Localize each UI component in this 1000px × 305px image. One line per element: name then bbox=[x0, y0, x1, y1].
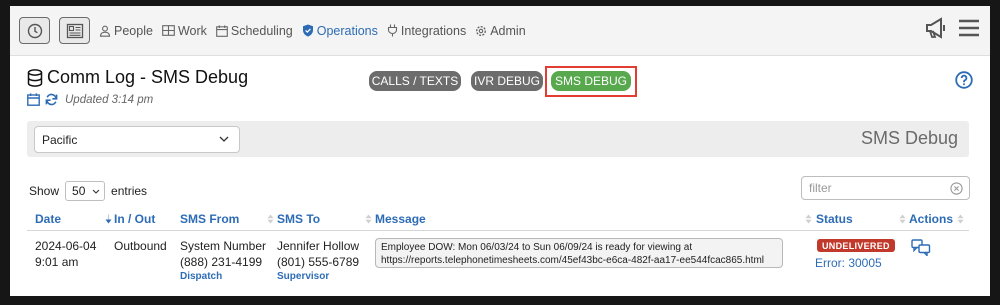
calendar-icon bbox=[216, 24, 228, 37]
row-to-phone: (801) 555-6789 bbox=[277, 255, 360, 269]
row-to-name: Jennifer Hollow bbox=[277, 239, 360, 253]
sort-icon[interactable] bbox=[899, 214, 906, 224]
sort-icon[interactable] bbox=[365, 214, 372, 224]
conversation-icon[interactable] bbox=[911, 239, 931, 256]
row-date: 2024-06-04 bbox=[35, 239, 97, 253]
app-window: People Work Scheduling Operations Integr… bbox=[10, 6, 990, 296]
highlight-box bbox=[545, 66, 637, 97]
row-from-name: System Number bbox=[180, 239, 267, 253]
status-badge: UNDELIVERED bbox=[817, 239, 895, 252]
nav-integrations-label: Integrations bbox=[400, 23, 467, 38]
panel-title: SMS Debug bbox=[860, 128, 958, 148]
page-header: Comm Log - SMS Debug Updated 3:14 pm CAL… bbox=[10, 56, 990, 118]
entries-select[interactable]: 50 bbox=[65, 181, 106, 201]
filter-input[interactable]: filter bbox=[801, 176, 970, 200]
row-to-cell: Jennifer Hollow (801) 555-6789 Superviso… bbox=[277, 238, 359, 284]
sort-desc-icon[interactable] bbox=[105, 214, 112, 224]
filter-panel: Pacific SMS Debug bbox=[27, 121, 969, 157]
nav-admin-label: Admin bbox=[490, 23, 526, 38]
person-icon bbox=[99, 25, 111, 37]
timezone-select[interactable]: Pacific bbox=[34, 126, 240, 153]
updated-text: Updated 3:14 pm bbox=[65, 93, 154, 106]
col-sms-from[interactable]: SMS From bbox=[180, 212, 239, 226]
entries-control: Show 50 entries bbox=[29, 181, 147, 201]
row-time: 9:01 am bbox=[35, 255, 79, 269]
page-title-text: Comm Log - SMS Debug bbox=[47, 67, 249, 87]
col-date[interactable]: Date bbox=[35, 212, 61, 226]
row-from-role[interactable]: Dispatch bbox=[180, 270, 266, 284]
ivr-debug-button[interactable]: IVR DEBUG bbox=[471, 71, 543, 91]
row-date-cell: 2024-06-04 9:01 am bbox=[35, 238, 96, 270]
sort-icon[interactable] bbox=[957, 214, 964, 224]
chevron-down-icon bbox=[219, 136, 229, 142]
clear-icon[interactable] bbox=[950, 182, 963, 195]
nav-people[interactable]: People bbox=[99, 24, 153, 38]
nav-operations[interactable]: Operations bbox=[302, 24, 378, 38]
row-direction: Outbound bbox=[114, 239, 167, 253]
refresh-icon[interactable] bbox=[45, 93, 58, 106]
row-from-phone: (888) 231-4199 bbox=[180, 255, 263, 269]
database-icon bbox=[27, 68, 43, 87]
sort-icon[interactable] bbox=[805, 214, 812, 224]
updated-row: Updated 3:14 pm bbox=[27, 93, 248, 106]
page-title: Comm Log - SMS Debug bbox=[27, 67, 248, 88]
shield-icon bbox=[302, 24, 313, 37]
calls-texts-button[interactable]: CALLS / TEXTS bbox=[369, 71, 461, 91]
error-link[interactable]: Error: 30005 bbox=[815, 256, 882, 270]
col-in-out[interactable]: In / Out bbox=[114, 212, 155, 226]
nav-right-actions bbox=[914, 17, 980, 39]
entries-label: entries bbox=[111, 184, 148, 198]
menu-icon[interactable] bbox=[958, 18, 980, 38]
timezone-value: Pacific bbox=[42, 132, 78, 147]
title-block: Comm Log - SMS Debug Updated 3:14 pm bbox=[27, 67, 248, 106]
col-status[interactable]: Status bbox=[816, 212, 853, 226]
nav-work[interactable]: Work bbox=[162, 24, 207, 38]
table-header: Date In / Out SMS From SMS To Message St… bbox=[27, 208, 969, 231]
nav-people-label: People bbox=[114, 23, 153, 38]
gear-icon bbox=[476, 25, 487, 36]
grid-icon bbox=[162, 25, 175, 36]
row-to-role[interactable]: Supervisor bbox=[277, 270, 359, 284]
timesheet-button[interactable] bbox=[59, 17, 90, 44]
filter-placeholder: filter bbox=[809, 181, 832, 195]
nav-scheduling[interactable]: Scheduling bbox=[216, 24, 293, 38]
top-nav: People Work Scheduling Operations Integr… bbox=[10, 6, 990, 56]
nav-scheduling-label: Scheduling bbox=[230, 23, 293, 38]
sort-icon[interactable] bbox=[267, 214, 274, 224]
row-message-line2: https://reports.telephonetimesheets.com/… bbox=[381, 255, 765, 266]
calendar-icon[interactable] bbox=[27, 93, 40, 106]
col-sms-to[interactable]: SMS To bbox=[277, 212, 320, 226]
chevron-down-icon bbox=[92, 189, 100, 194]
show-label: Show bbox=[29, 184, 60, 198]
row-message: Employee DOW: Mon 06/03/24 to Sun 06/09/… bbox=[375, 238, 783, 268]
entries-value: 50 bbox=[72, 184, 86, 198]
nav-work-label: Work bbox=[177, 23, 207, 38]
clock-icon bbox=[27, 23, 42, 38]
col-actions[interactable]: Actions bbox=[909, 212, 953, 226]
timesheet-icon bbox=[66, 23, 83, 38]
nav-admin[interactable]: Admin bbox=[475, 23, 526, 38]
nav-operations-label: Operations bbox=[316, 23, 378, 38]
row-message-line1: Employee DOW: Mon 06/03/24 to Sun 06/09/… bbox=[381, 242, 693, 253]
megaphone-icon[interactable] bbox=[924, 17, 948, 39]
plug-icon bbox=[387, 24, 397, 37]
clock-button[interactable] bbox=[19, 17, 50, 44]
nav-integrations[interactable]: Integrations bbox=[387, 24, 466, 38]
help-icon[interactable] bbox=[955, 71, 973, 89]
row-from-cell: System Number (888) 231-4199 Dispatch bbox=[180, 238, 266, 284]
col-message[interactable]: Message bbox=[375, 212, 426, 226]
